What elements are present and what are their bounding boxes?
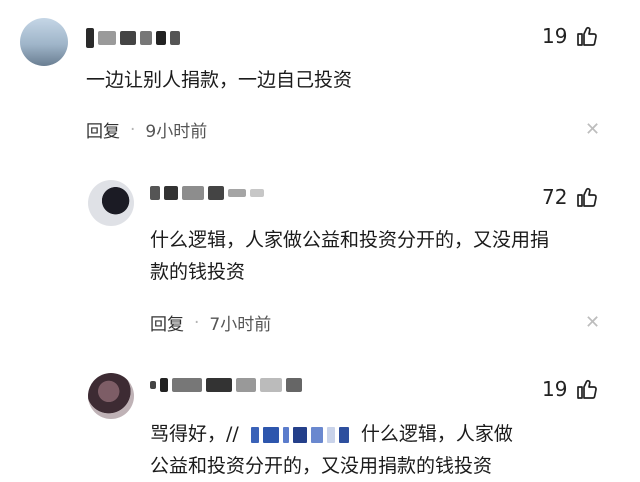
timestamp: 7小时前 <box>209 315 272 335</box>
comment-text: 骂得好，// 什么逻辑，人家做 公益和投资分开的，又没用捐款的钱投资 <box>150 418 513 482</box>
comment-text-suffix: 什么逻辑，人家做 <box>360 423 513 445</box>
like-count: 19 <box>542 377 568 401</box>
separator-dot: · <box>194 312 200 333</box>
timestamp: 9小时前 <box>145 122 208 142</box>
username-blurred[interactable] <box>86 28 180 48</box>
comment-meta: 回复 · 9小时前 <box>86 117 208 143</box>
close-icon[interactable]: ✕ <box>585 312 600 333</box>
reply-button[interactable]: 回复 <box>150 310 184 335</box>
like-button[interactable]: 72 <box>542 185 599 209</box>
comment-text-line: 公益和投资分开的，又没用捐款的钱投资 <box>150 455 493 477</box>
close-icon[interactable]: ✕ <box>585 119 600 140</box>
thumbs-up-icon <box>575 185 599 209</box>
reply-button[interactable]: 回复 <box>86 117 120 142</box>
comment-text-line: 什么逻辑，人家做公益和投资分开的，又没用捐 <box>150 229 550 251</box>
comment-text-line: 款的钱投资 <box>150 261 246 283</box>
separator-dot: · <box>130 119 136 140</box>
like-count: 72 <box>542 185 568 209</box>
redacted-username[interactable] <box>250 426 349 443</box>
avatar[interactable] <box>20 18 68 66</box>
comment-text: 什么逻辑，人家做公益和投资分开的，又没用捐 款的钱投资 <box>150 224 549 288</box>
comment-meta: 回复 · 7小时前 <box>150 310 272 336</box>
thumbs-up-icon <box>575 24 599 48</box>
comment-text-prefix: 骂得好，// <box>150 423 239 445</box>
avatar[interactable] <box>88 180 134 226</box>
avatar[interactable] <box>88 373 134 419</box>
username-blurred[interactable] <box>150 378 302 392</box>
like-count: 19 <box>542 24 568 48</box>
comment-text: 一边让别人捐款，一边自己投资 <box>86 69 353 91</box>
like-button[interactable]: 19 <box>542 24 599 48</box>
comment-text-line: 骂得好，// 什么逻辑，人家做 <box>150 418 513 450</box>
thumbs-up-icon <box>575 377 599 401</box>
username-blurred[interactable] <box>150 186 264 200</box>
like-button[interactable]: 19 <box>542 377 599 401</box>
